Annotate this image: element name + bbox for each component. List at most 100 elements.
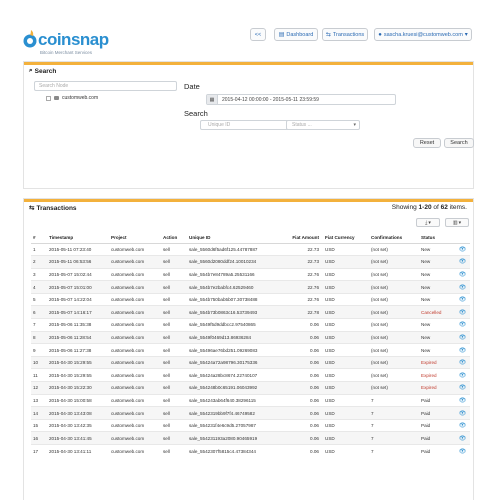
view-eye-icon[interactable]: 👁 [453, 292, 470, 306]
tree-node-customweb[interactable]: customweb.com [46, 95, 98, 101]
search-panel-title-text: Search [34, 67, 57, 75]
table-cell: 3 [31, 267, 47, 281]
date-range-input[interactable]: ▦ 2015-04-12 00:00:00 - 2015-05-11 23:59… [206, 94, 396, 105]
view-eye-icon[interactable]: 👁 [453, 444, 470, 458]
table-cell: sale_5542319bb9f7f4.46749582 [187, 406, 279, 420]
search-panel-title: ⌕ Search [29, 67, 56, 75]
view-eye-icon[interactable]: 👁 [453, 355, 470, 369]
table-cell: (not set) [369, 292, 419, 306]
view-eye-icon[interactable]: 👁 [453, 330, 470, 344]
table-cell: sale_554b7e2babfc4.62529460 [187, 280, 279, 294]
table-cell: sell [161, 292, 187, 306]
table-cell: 12 [31, 381, 47, 395]
view-eye-icon[interactable]: 👁 [453, 343, 470, 357]
table-cell: customweb.com [109, 343, 161, 357]
view-eye-icon[interactable]: 👁 [453, 368, 470, 382]
node-search-input[interactable]: Search Node [34, 81, 177, 91]
table-cell: USD [323, 330, 369, 344]
brand-logo[interactable]: coinsnap Bitcoin Merchant Services [22, 28, 142, 60]
view-eye-icon[interactable]: 👁 [453, 280, 470, 294]
showing-range: 1-20 [418, 204, 432, 211]
table-cell: customweb.com [109, 292, 161, 306]
table-cell: 2015-05-07 15:02:44 [47, 267, 109, 281]
unique-id-input[interactable]: Unique ID [200, 120, 296, 130]
table-header-row: # Timestamp Project Action Unique ID Fiat Amo… [31, 232, 470, 244]
export-icon: ⤓ [425, 219, 428, 226]
caret-down-icon: ▾ [464, 32, 468, 38]
columns-button[interactable]: ▥ ▾ [445, 218, 469, 227]
table-cell: 7 [369, 431, 419, 445]
user-menu-button[interactable]: ● sascha.kruesi@customweb.com ▾ [374, 28, 472, 41]
table-cell: USD [323, 444, 369, 458]
view-eye-icon[interactable]: 👁 [453, 393, 470, 407]
column-header[interactable]: Fiat Amount [279, 232, 323, 244]
view-eye-icon[interactable]: 👁 [453, 431, 470, 445]
transactions-button[interactable]: ⇆ Transactions [322, 28, 368, 41]
table-cell: customweb.com [109, 393, 161, 407]
dashboard-button[interactable]: ▤ Dashboard [274, 28, 318, 41]
calendar-icon: ▦ [207, 95, 218, 104]
table-row: 3 2015-05-07 15:02:44 customweb.com sell sal… [31, 267, 470, 281]
table-cell: sale_5560d2080ddf24.10010234 [187, 255, 279, 269]
date-label: Date [184, 82, 200, 91]
table-cell: USD [323, 343, 369, 357]
table-cell: sell [161, 280, 187, 294]
showing-prefix: Showing [391, 204, 419, 211]
user-email: sascha.kruesi@customweb.com [383, 31, 463, 38]
table-cell: 2015-05-06 11:27:38 [47, 343, 109, 357]
table-cell: USD [323, 318, 369, 332]
search-button[interactable]: Search [444, 138, 474, 148]
view-eye-icon[interactable]: 👁 [453, 418, 470, 432]
node-checkbox[interactable] [46, 95, 51, 101]
folder-icon [54, 96, 59, 100]
search-icon: ⌕ [29, 67, 33, 74]
export-button[interactable]: ⤓ ▾ [416, 218, 440, 227]
view-eye-icon[interactable]: 👁 [453, 242, 470, 256]
view-eye-icon[interactable]: 👁 [453, 406, 470, 420]
table-row: 17 2015-04-30 13:41:11 customweb.com sell sa… [31, 444, 470, 458]
table-cell: 0.06 [279, 330, 323, 344]
column-header[interactable]: Unique ID [187, 232, 279, 244]
transfer-icon: ⇆ [29, 205, 35, 212]
transactions-panel: ⇆ Transactions Showing 1-20 of 62 items.… [23, 198, 474, 500]
table-cell: New [419, 318, 453, 332]
panel-accent-bar [24, 62, 473, 65]
column-header[interactable]: Project [109, 232, 161, 244]
table-cell: 0.06 [279, 418, 323, 432]
table-cell: (not set) [369, 267, 419, 281]
table-cell: 0.06 [279, 381, 323, 395]
table-cell: 22.76 [279, 280, 323, 294]
view-eye-icon[interactable]: 👁 [453, 305, 470, 319]
table-cell: sale_5549f0469d13.86936284 [187, 330, 279, 344]
column-header: Fiat Currency [323, 232, 369, 244]
table-cell: (not set) [369, 255, 419, 269]
view-eye-icon[interactable]: 👁 [453, 267, 470, 281]
table-cell: customweb.com [109, 418, 161, 432]
table-cell: customweb.com [109, 368, 161, 382]
table-cell: 11 [31, 368, 47, 382]
table-cell: Paid [419, 444, 453, 458]
table-cell: 1 [31, 242, 47, 256]
view-eye-icon[interactable]: 👁 [453, 318, 470, 332]
table-cell: sale_5549f5d9ddbcc2.97540865 [187, 318, 279, 332]
reset-button[interactable]: Reset [413, 138, 441, 148]
table-cell: 13 [31, 393, 47, 407]
table-cell: customweb.com [109, 355, 161, 369]
table-cell: USD [323, 368, 369, 382]
view-eye-icon[interactable]: 👁 [453, 381, 470, 395]
back-button[interactable]: << [250, 28, 266, 41]
table-cell: sell [161, 381, 187, 395]
showing-total: 62 [440, 204, 448, 211]
table-cell: 15 [31, 418, 47, 432]
column-header[interactable]: Timestamp [47, 232, 109, 244]
table-cell: sell [161, 406, 187, 420]
table-cell: USD [323, 267, 369, 281]
table-cell: USD [323, 255, 369, 269]
table-cell: 7 [31, 318, 47, 332]
column-header: Action [161, 232, 187, 244]
table-row: 13 2015-04-30 15:00:58 customweb.com sell sa… [31, 393, 470, 407]
table-cell: New [419, 343, 453, 357]
column-header[interactable]: Status [419, 232, 453, 244]
view-eye-icon[interactable]: 👁 [453, 255, 470, 269]
status-select[interactable]: Status ... ▾ [286, 120, 360, 130]
